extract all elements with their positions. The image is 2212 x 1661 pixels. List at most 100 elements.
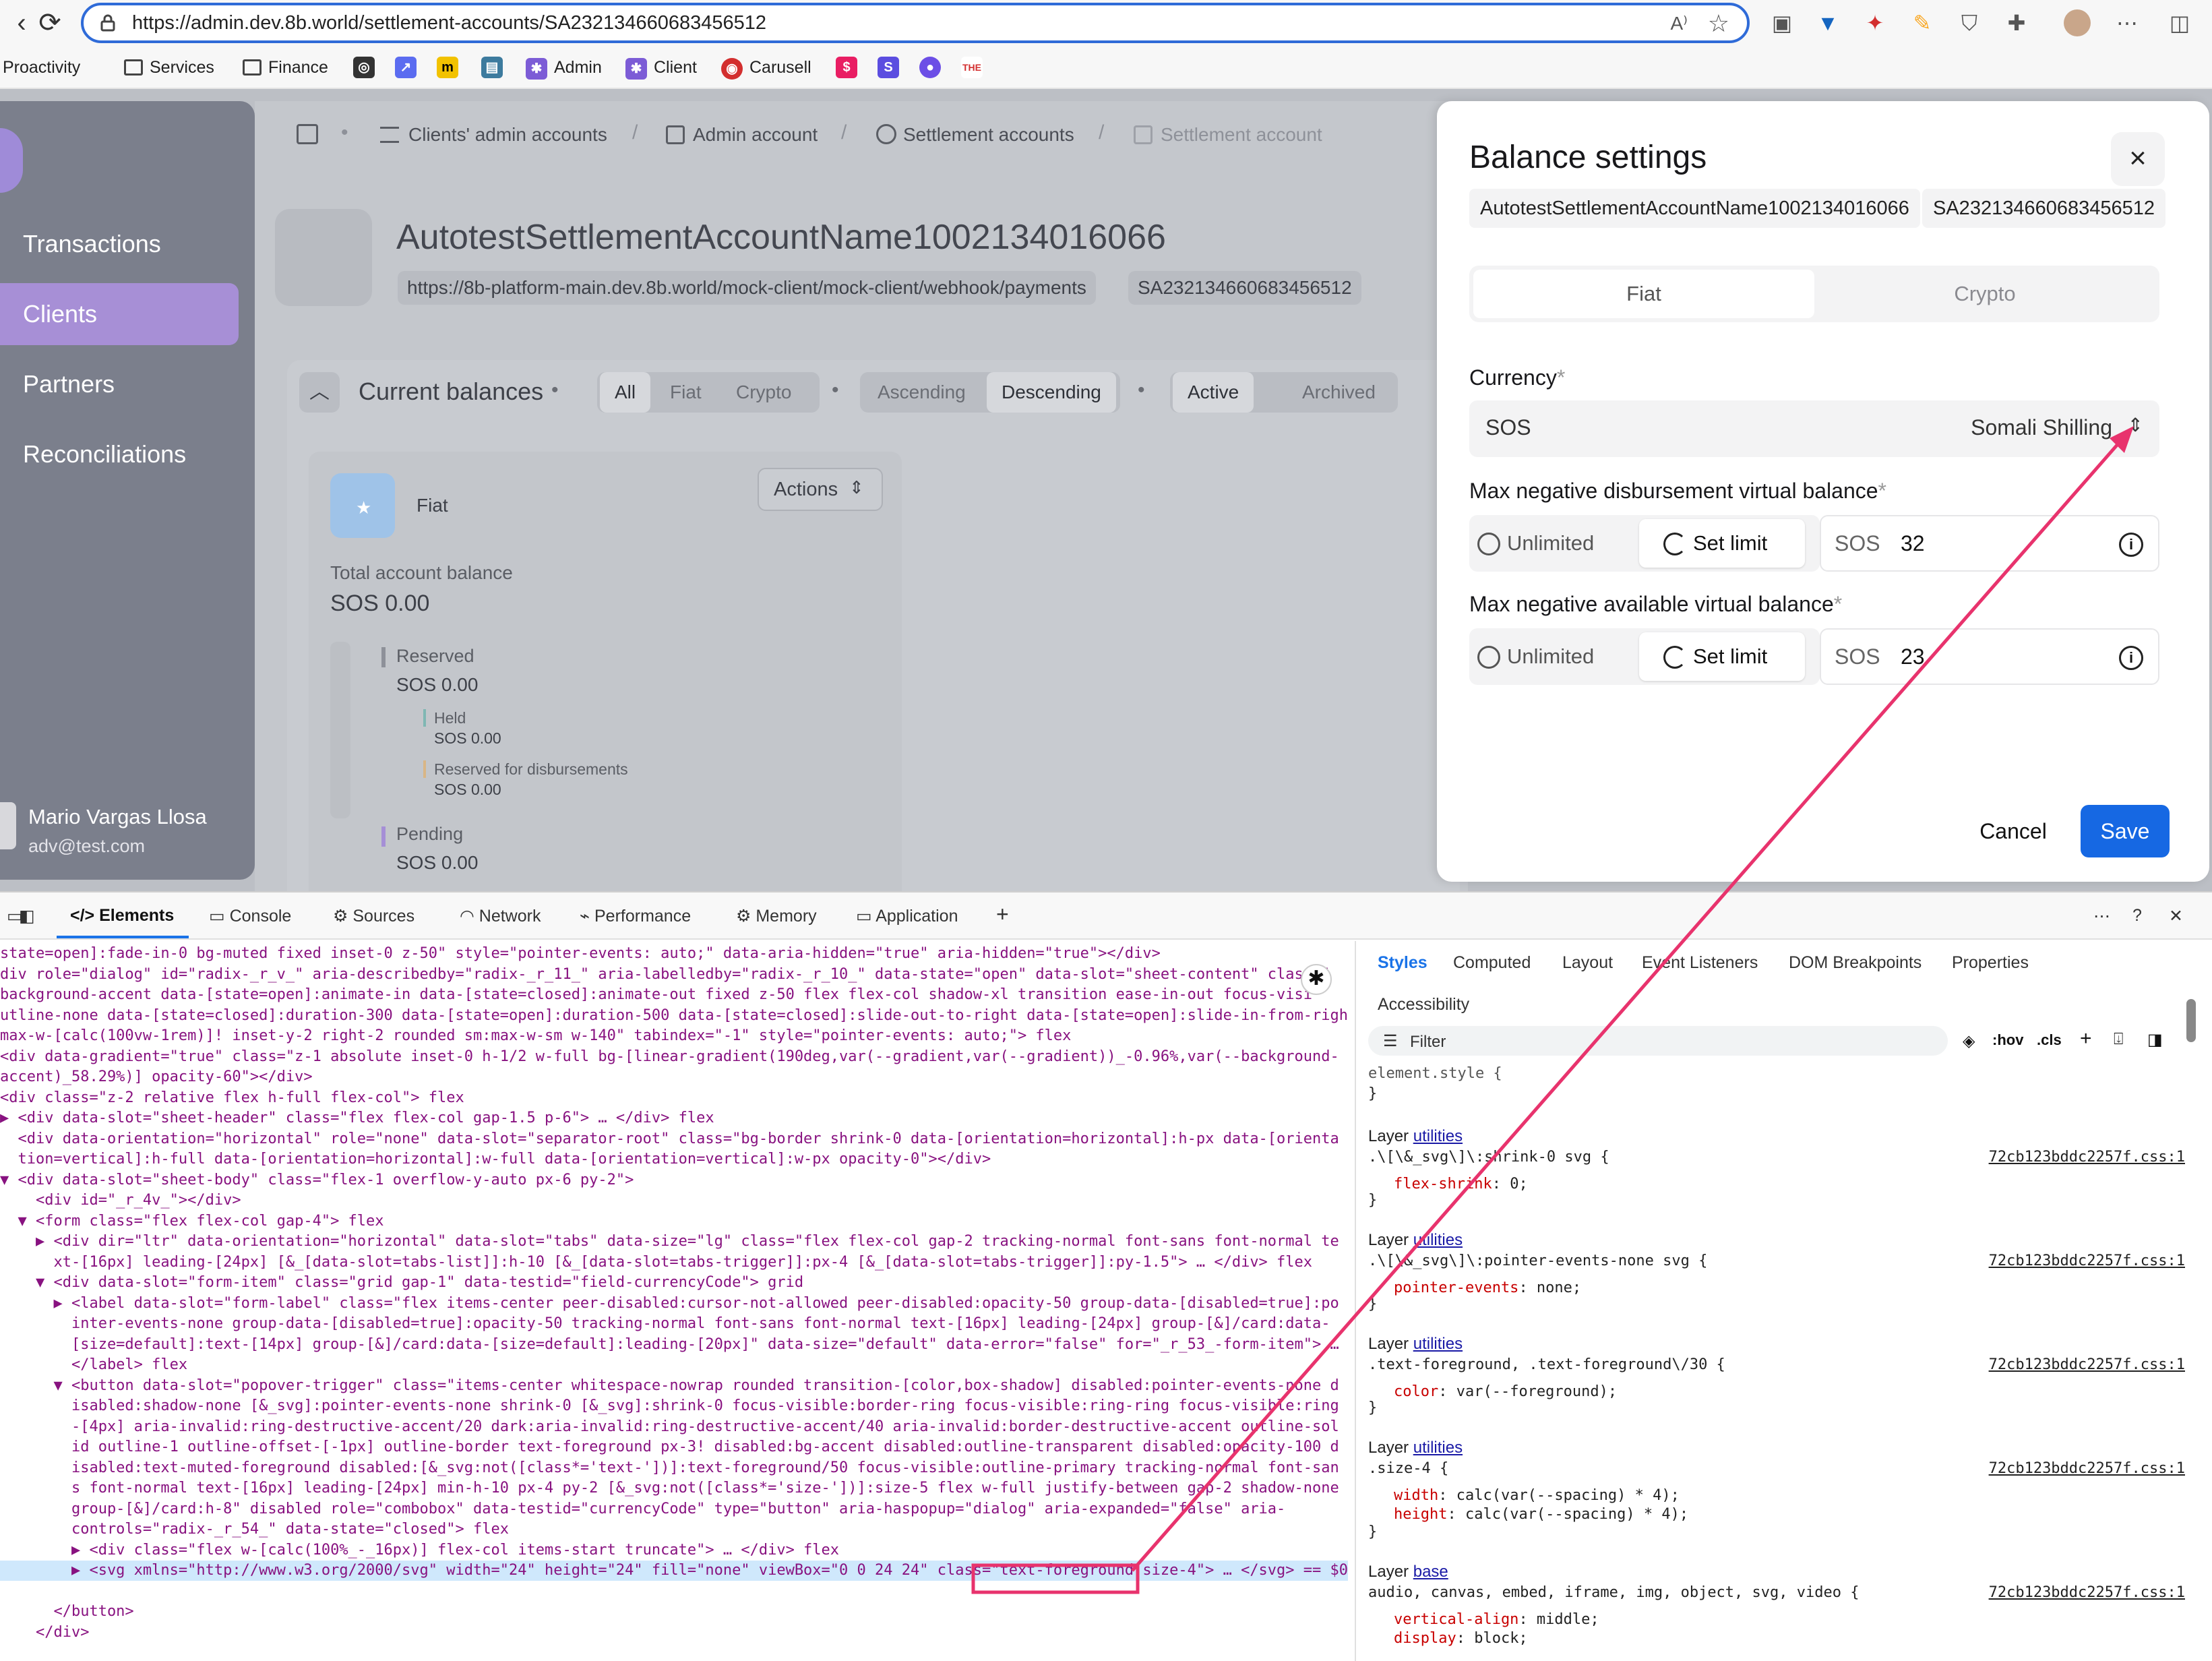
sort-ascending[interactable]: Ascending: [878, 372, 966, 413]
dom-node-line[interactable]: max-w-[calc(100vw-1rem)]! inset-y-2 righ…: [0, 1026, 1348, 1046]
tab-accessibility[interactable]: Accessibility: [1378, 995, 1469, 1015]
dom-node-line[interactable]: <div data-orientation="horizontal" role=…: [0, 1129, 1348, 1149]
tab-actions-icon[interactable]: ▣: [1769, 9, 1795, 36]
menu-dots-icon[interactable]: ⋯: [2114, 9, 2141, 36]
rule2-decl[interactable]: pointer-events: none;: [1394, 1279, 1581, 1296]
tab-layout[interactable]: Layout: [1562, 953, 1613, 973]
url-text[interactable]: https://admin.dev.8b.world/settlement-ac…: [132, 12, 766, 34]
dom-node-line[interactable]: [0, 1581, 1348, 1602]
dom-node-line[interactable]: ▶ <svg xmlns="http://www.w3.org/2000/svg…: [0, 1561, 1348, 1581]
avail-limit-input[interactable]: SOS 23 i: [1820, 628, 2159, 685]
extension-v-icon[interactable]: ▼: [1814, 9, 1841, 36]
dom-node-line[interactable]: s font-normal text-[16px] leading-[24px]…: [0, 1478, 1348, 1499]
extension-shield-icon[interactable]: ⛉: [1956, 9, 1983, 36]
dom-node-line[interactable]: ▶ <div data-slot="sheet-header" class="f…: [0, 1108, 1348, 1128]
read-aloud-icon[interactable]: A⁾: [1670, 12, 1688, 34]
rule5-decl-a[interactable]: vertical-align: middle;: [1394, 1611, 1599, 1628]
tab-computed[interactable]: Computed: [1453, 953, 1531, 973]
css-source-link[interactable]: 72cb123bddc2257f.css:1: [1989, 1252, 2185, 1269]
dom-node-line[interactable]: group-[&]/card:h-8" disabled role="combo…: [0, 1499, 1348, 1519]
reload-icon[interactable]: ⟳: [32, 5, 67, 40]
cancel-button[interactable]: Cancel: [1960, 805, 2066, 857]
dom-node-line[interactable]: </div>: [0, 1623, 1348, 1643]
styles-scrollbar[interactable]: [2186, 999, 2196, 1042]
disb-set-limit-option[interactable]: Set limit: [1639, 519, 1805, 568]
help-icon[interactable]: ?: [2132, 906, 2142, 926]
dock-icon[interactable]: ◧: [19, 906, 35, 926]
breadcrumb-admin-account[interactable]: Admin account: [693, 124, 818, 146]
dom-node-line[interactable]: ▼ <button data-slot="popover-trigger" cl…: [0, 1376, 1348, 1396]
filter-crypto[interactable]: Crypto: [736, 372, 791, 413]
accessibility-tree-icon[interactable]: ✱: [1301, 964, 1332, 995]
profile-avatar[interactable]: [2064, 9, 2091, 36]
rule4-decl-b[interactable]: height: calc(var(--spacing) * 4);: [1394, 1506, 1688, 1523]
sidebar-toggle-icon[interactable]: ◫: [2166, 9, 2193, 36]
rule4-selector[interactable]: .size-4 {: [1368, 1460, 1448, 1477]
extensions-puzzle-icon[interactable]: ✚: [2003, 9, 2030, 36]
bookmark-s-purple-icon[interactable]: S: [878, 57, 899, 78]
bookmark-s-pink-icon[interactable]: $: [836, 57, 857, 78]
dom-node-line[interactable]: ▼ <div data-slot="sheet-body" class="fle…: [0, 1170, 1348, 1190]
layer-link[interactable]: utilities: [1413, 1335, 1463, 1353]
address-bar[interactable]: https://admin.dev.8b.world/settlement-ac…: [81, 3, 1750, 43]
tab-elements[interactable]: </> Elements: [70, 906, 174, 926]
extension-bird-icon[interactable]: ✦: [1862, 9, 1888, 36]
rule5-decl-b[interactable]: display: block;: [1394, 1630, 1528, 1647]
dom-node-line[interactable]: tion=vertical]:h-full data-[orientation=…: [0, 1149, 1348, 1170]
bookmark-linear-icon[interactable]: ↗: [395, 57, 417, 78]
dom-node-line[interactable]: ▼ <form class="flex flex-col gap-4"> fle…: [0, 1211, 1348, 1232]
dom-node-line[interactable]: div role="dialog" id="radix-_r_v_" aria-…: [0, 965, 1348, 985]
styles-filter-input[interactable]: ☰ Filter: [1368, 1026, 1948, 1056]
css-source-link[interactable]: 72cb123bddc2257f.css:1: [1989, 1460, 2185, 1477]
more-options-icon[interactable]: ⋯: [2093, 906, 2110, 926]
tab-crypto[interactable]: Crypto: [1814, 270, 2155, 318]
hov-toggle[interactable]: :hov: [1992, 1031, 2023, 1049]
tab-fiat[interactable]: Fiat: [1473, 270, 1814, 318]
bookmark-client[interactable]: ✱ Client: [625, 58, 697, 80]
dom-node-line[interactable]: state=open]:fade-in-0 bg-muted fixed ins…: [0, 944, 1348, 964]
dom-node-line[interactable]: ▶ <label data-slot="form-label" class="f…: [0, 1294, 1348, 1314]
css-source-link[interactable]: 72cb123bddc2257f.css:1: [1989, 1356, 2185, 1373]
dom-node-line[interactable]: controls="radix-_r_54_" data-state="clos…: [0, 1519, 1348, 1540]
sidebar-item-transactions[interactable]: Transactions: [0, 213, 239, 275]
sidebar-item-partners[interactable]: Partners: [0, 353, 239, 415]
tab-event-listeners[interactable]: Event Listeners: [1642, 953, 1758, 973]
breadcrumb-clients-admin-accounts[interactable]: Clients' admin accounts: [408, 124, 607, 146]
sidebar-item-clients[interactable]: Clients: [0, 283, 239, 345]
layer-link[interactable]: utilities: [1413, 1127, 1463, 1145]
currency-select[interactable]: SOS Somali Shilling ⇕: [1469, 400, 2159, 457]
collapse-chevron-icon[interactable]: ︿: [299, 372, 340, 413]
rule2-selector[interactable]: .\[\&_svg\]\:pointer-events-none svg {: [1368, 1252, 1707, 1269]
bookmark-carusell[interactable]: ◉ Carusell: [721, 58, 811, 80]
status-archived[interactable]: Archived: [1302, 372, 1376, 413]
rule5-selector[interactable]: audio, canvas, embed, iframe, img, objec…: [1368, 1584, 1859, 1601]
bookmark-boys-icon[interactable]: THE: [961, 57, 983, 78]
status-active[interactable]: Active: [1173, 372, 1254, 413]
tab-application[interactable]: ▭ Application: [856, 906, 958, 926]
tab-performance[interactable]: ⌁ Performance: [580, 906, 691, 926]
bookmark-image-icon[interactable]: ▤: [481, 57, 503, 78]
dom-node-line[interactable]: ▼ <div data-slot="form-item" class="grid…: [0, 1273, 1348, 1293]
dom-node-line[interactable]: -[4px] aria-invalid:ring-destructive-acc…: [0, 1417, 1348, 1437]
dom-node-line[interactable]: ▶ <div dir="ltr" data-orientation="horiz…: [0, 1232, 1348, 1252]
dom-node-line[interactable]: isabled:text-muted-foreground disabled:[…: [0, 1458, 1348, 1478]
bookmark-chat-icon[interactable]: ●: [919, 57, 941, 78]
element-style-rule[interactable]: element.style {: [1368, 1065, 1502, 1082]
sort-descending[interactable]: Descending: [987, 372, 1116, 413]
cls-toggle[interactable]: .cls: [2037, 1031, 2062, 1049]
tab-console[interactable]: ▭ Console: [209, 906, 291, 926]
tab-properties[interactable]: Properties: [1952, 953, 2029, 973]
dom-node-line[interactable]: [size=default]:text-[14px] group-[&]/car…: [0, 1335, 1348, 1355]
breadcrumb-settlement-accounts[interactable]: Settlement accounts: [903, 124, 1074, 146]
actions-button[interactable]: Actions ⇕: [758, 468, 883, 511]
info-icon[interactable]: i: [2119, 646, 2143, 670]
tab-network[interactable]: ◠ Network: [460, 906, 541, 926]
site-info-icon[interactable]: [98, 13, 117, 32]
save-button[interactable]: Save: [2081, 805, 2170, 857]
dom-node-line[interactable]: </label> flex: [0, 1355, 1348, 1375]
rule4-decl-a[interactable]: width: calc(var(--spacing) * 4);: [1394, 1487, 1680, 1504]
dom-node-line[interactable]: xt-[16px] leading-[24px] [&_[data-slot=t…: [0, 1252, 1348, 1273]
layer-link[interactable]: utilities: [1413, 1231, 1463, 1249]
computed-sidebar-icon[interactable]: ◨: [2147, 1030, 2163, 1050]
dom-node-line[interactable]: accent)_58.29%)] opacity-60"></div>: [0, 1067, 1348, 1087]
